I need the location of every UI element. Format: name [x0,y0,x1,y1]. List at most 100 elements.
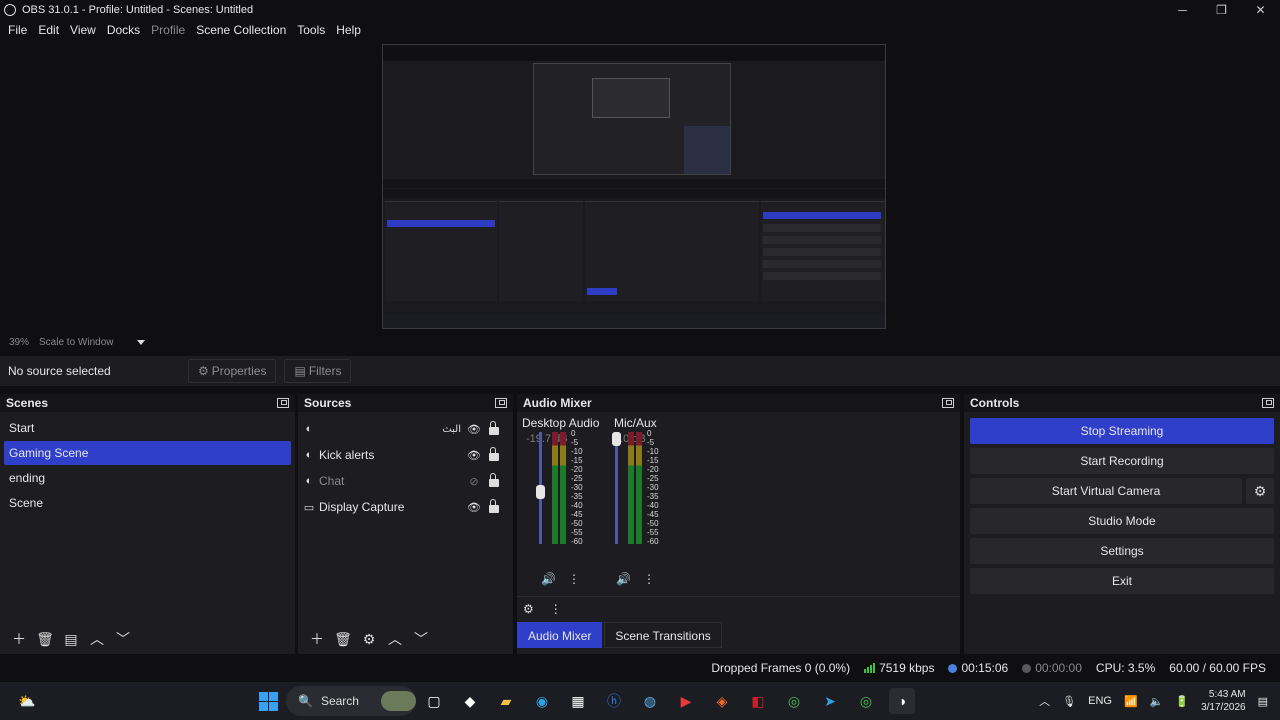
settings-button[interactable]: Settings [970,538,1274,564]
start-recording-button[interactable]: Start Recording [970,448,1274,474]
chevron-down-icon[interactable]: ﹀ [408,628,434,650]
preview-nested-inner [592,78,670,118]
telegram-icon[interactable]: ➤ [817,688,843,714]
lock-icon[interactable] [489,499,499,513]
eye-icon[interactable]: 👁 [467,423,481,436]
preview-nested-dock [761,201,885,301]
properties-button[interactable]: ⚙ Properties [188,359,277,383]
maximize-button[interactable]: ❐ [1202,0,1241,20]
edge-icon[interactable]: ◉ [529,688,555,714]
chevron-up-icon[interactable]: ︿ [1039,693,1050,709]
more-vertical-icon[interactable]: ⋮ [643,572,655,586]
menu-view[interactable]: View [65,23,101,37]
stop-streaming-button[interactable]: Stop Streaming [970,418,1274,444]
source-item[interactable]: ▭ Display Capture 👁 [302,494,509,520]
file-explorer-icon[interactable]: ▰ [493,688,519,714]
tab-scene-transitions[interactable]: Scene Transitions [604,622,722,648]
brave-icon[interactable]: ◈ [709,688,735,714]
chevron-up-icon[interactable]: ︿ [382,628,408,650]
undock-icon[interactable] [277,398,289,408]
gear-icon[interactable]: ⚙ [1246,478,1274,504]
source-item[interactable]: ◐ Kick alerts 👁 [302,442,509,468]
chevron-up-icon[interactable]: ︿ [84,628,110,650]
mcafee-icon[interactable]: ◧ [745,688,771,714]
preview-area[interactable] [0,40,1280,332]
add-icon[interactable]: ＋ [304,628,330,650]
more-vertical-icon[interactable]: ⋮ [568,572,580,586]
speaker-icon[interactable]: 🔊 [616,572,631,586]
eye-icon[interactable]: 👁 [467,449,481,462]
youtube-icon[interactable]: ▶ [673,688,699,714]
taskbar-search[interactable]: 🔍 Search [286,686,416,716]
cpu-usage: CPU: 3.5% [1095,661,1156,675]
lock-icon[interactable] [489,473,499,487]
volume-fader-handle[interactable] [536,485,545,500]
tab-audio-mixer[interactable]: Audio Mixer [517,622,603,648]
menu-docks[interactable]: Docks [102,23,145,37]
db-scale: 0 -5 -10 -15 -20 -25 -30 -35 -40 -45 -50 -55 -60 [647,429,659,546]
menu-edit[interactable]: Edit [33,23,64,37]
store-icon[interactable]: ▦ [565,688,591,714]
scene-item[interactable]: Scene [4,491,291,515]
copilot-icon[interactable]: ◆ [457,688,483,714]
advanced-audio-gear-icon[interactable]: ⚙ [523,602,534,616]
undock-icon[interactable] [495,398,507,408]
scale-mode-select[interactable]: Scale to Window [39,337,113,348]
task-view-icon[interactable]: ▢ [421,688,447,714]
lock-icon[interactable] [489,421,499,435]
source-name: Kick alerts [319,448,375,462]
chevron-down-icon[interactable] [137,340,145,345]
volume-icon[interactable]: 🔈 [1150,695,1164,708]
more-vertical-icon[interactable]: ⋮ [550,602,562,616]
battery-icon[interactable]: 🔋 [1175,695,1189,708]
add-icon[interactable]: ＋ [6,628,32,650]
preview-nested-button [763,236,881,244]
minimize-button[interactable]: ─ [1163,0,1202,20]
weather-icon[interactable]: ⛅ [14,688,40,714]
chrome-profile-icon[interactable]: ◎ [853,688,879,714]
bitrate-value: 7519 kbps [879,661,935,675]
clock[interactable]: 5:43 AM 3/17/2026 [1201,688,1246,714]
menu-profile[interactable]: Profile [146,23,190,37]
studio-mode-button[interactable]: Studio Mode [970,508,1274,534]
obs-taskbar-icon[interactable]: ◑ [889,688,915,714]
trash-icon[interactable]: 🗑 [32,628,58,650]
filter-icon[interactable]: ▤ [58,628,84,650]
menu-help[interactable]: Help [331,23,366,37]
scene-item-selected[interactable]: Gaming Scene [4,441,291,465]
volume-fader-handle[interactable] [612,432,621,446]
filters-button[interactable]: ▤ Filters [284,359,352,383]
chrome-icon[interactable]: ◎ [781,688,807,714]
close-button[interactable]: ✕ [1241,0,1280,20]
source-item[interactable]: ◐ Chat ⊘ [302,468,509,494]
eye-icon[interactable]: 👁 [467,501,481,514]
db-scale-tick: -45 [647,510,659,519]
microphone-icon[interactable]: 🎙 [1062,695,1076,708]
trash-icon[interactable]: 🗑 [330,628,356,650]
scene-item[interactable]: ending [4,466,291,490]
eye-hidden-icon[interactable]: ⊘ [467,475,481,488]
gear-icon[interactable]: ⚙ [356,628,382,650]
scene-item[interactable]: Start [4,416,291,440]
volume-fader-track[interactable] [615,432,618,544]
scenes-footer: ＋ 🗑 ▤ ︿ ﹀ [0,624,295,654]
hp-icon[interactable]: ⓗ [601,688,627,714]
exit-button[interactable]: Exit [970,568,1274,594]
lock-icon[interactable] [489,447,499,461]
language-indicator[interactable]: ENG [1088,695,1112,707]
speaker-icon[interactable]: 🔊 [541,572,556,586]
start-button[interactable] [255,688,281,714]
start-virtual-camera-button[interactable]: Start Virtual Camera [970,478,1242,504]
notification-icon[interactable]: ▤ [1258,695,1268,708]
db-scale-tick: -35 [647,492,659,501]
browser-icon[interactable]: ◍ [637,688,663,714]
wifi-icon[interactable]: 📶 [1124,695,1138,708]
preview-canvas[interactable] [382,44,886,329]
source-item[interactable]: ◐ البث 👁 [302,416,509,442]
undock-icon[interactable] [1262,398,1274,408]
menu-scene-collection[interactable]: Scene Collection [191,23,291,37]
menu-tools[interactable]: Tools [292,23,330,37]
menu-file[interactable]: File [3,23,32,37]
undock-icon[interactable] [942,398,954,408]
chevron-down-icon[interactable]: ﹀ [110,628,136,650]
